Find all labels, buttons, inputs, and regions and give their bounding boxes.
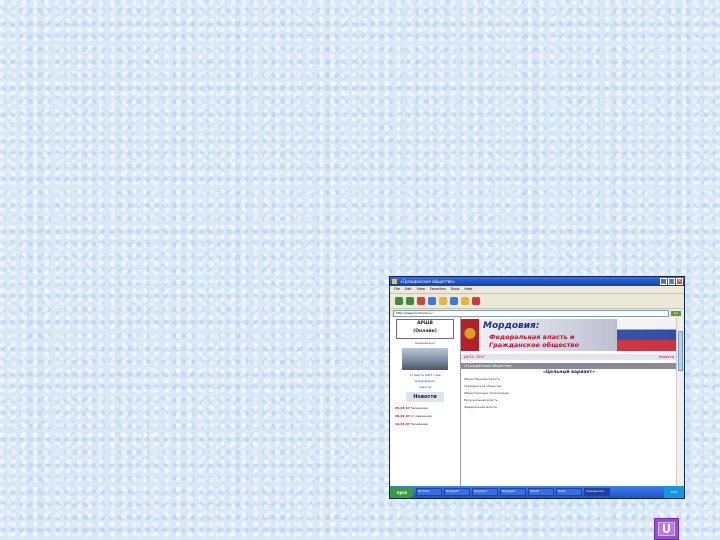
window-title: «Гражданское общество»	[400, 279, 456, 284]
menu-bar: File Edit View Favorites Tools Help	[390, 286, 684, 294]
u-return-icon	[663, 524, 670, 533]
browser-icon	[392, 279, 397, 284]
scroll-thumb[interactable]	[678, 331, 683, 371]
tray-clock: 9:55	[664, 486, 684, 498]
date-label: ДАТА: 2007	[464, 355, 485, 359]
site-banner: Мордовия: Федеральная власть и Гражданск…	[461, 319, 677, 351]
article-paragraph: Общественные организации	[464, 391, 510, 395]
article-paragraph: Гражданское общество	[464, 384, 502, 388]
window-titlebar: «Гражданское общество» _ □ ×	[390, 277, 684, 286]
taskbar: пуск Windows Интернет Документ Мордовия …	[390, 486, 684, 498]
taskbar-item[interactable]: Интернет	[444, 488, 470, 496]
taskbar-item[interactable]: Мордовия	[500, 488, 526, 496]
search-icon[interactable]	[450, 297, 458, 305]
news-item[interactable]: 25.03.07 Заседание	[395, 406, 455, 410]
news-item[interactable]: 20.03.07 О совещании	[395, 414, 455, 418]
browser-screenshot: «Гражданское общество» _ □ × File Edit V…	[389, 276, 685, 499]
left-link-2[interactable]: мордовия.ру	[390, 379, 460, 383]
left-photo	[402, 348, 448, 370]
menu-view[interactable]: View	[417, 286, 425, 293]
article-paragraph: Общественная палата	[464, 377, 500, 381]
forward-icon[interactable]	[406, 297, 414, 305]
menu-edit[interactable]: Edit	[405, 286, 412, 293]
news-text: Заседание	[410, 422, 428, 426]
favorites-icon[interactable]	[461, 297, 469, 305]
taskbar-item[interactable]: Power	[556, 488, 582, 496]
article-heading: «Цельный вариант»	[542, 370, 596, 375]
news-link[interactable]: Новости	[659, 354, 674, 360]
article-paragraph: Федеральная власть	[464, 405, 498, 409]
address-input[interactable]: http://www.mordovia.ru/	[393, 309, 669, 317]
close-icon[interactable]: ×	[676, 278, 683, 285]
menu-favorites[interactable]: Favorites	[430, 286, 446, 293]
left-link-1[interactable]: мордовия.ру	[390, 341, 460, 345]
banner-line1: Мордовия:	[483, 321, 540, 331]
maximize-icon[interactable]: □	[668, 278, 675, 285]
mail-icon[interactable]	[472, 297, 480, 305]
banner-line3: Гражданское общество	[489, 341, 579, 349]
back-icon[interactable]	[395, 297, 403, 305]
news-date: 19.03.07	[395, 422, 410, 426]
vertical-scrollbar[interactable]	[676, 317, 684, 486]
left-link-3[interactable]: новости	[390, 385, 460, 389]
taskbar-item[interactable]: Windows	[416, 488, 442, 496]
refresh-icon[interactable]	[428, 297, 436, 305]
page-content: АРШВ (Онлайн) мордовия.ру 17 марта 2007 …	[390, 317, 684, 486]
go-button[interactable]: Go	[671, 310, 681, 316]
news-logo[interactable]: Новости	[406, 392, 444, 402]
banner-line2: Федеральная власть и	[489, 333, 575, 341]
left-column: АРШВ (Онлайн) мордовия.ру 17 марта 2007 …	[390, 317, 461, 486]
site-logo[interactable]: АРШВ (Онлайн)	[396, 319, 454, 339]
photo-caption: 17 марта 2007 года	[409, 373, 441, 377]
taskbar-item[interactable]: Документ	[472, 488, 498, 496]
menu-file[interactable]: File	[394, 286, 400, 293]
taskbar-item[interactable]: Гражданское	[584, 488, 610, 496]
toolbar	[390, 294, 684, 309]
emblem-icon	[461, 319, 479, 351]
section-bar: «Гражданское общество»	[461, 363, 677, 369]
date-bar: ДАТА: 2007 Новости	[461, 354, 677, 360]
logo-line1: АРШВ	[417, 321, 433, 326]
window-controls: _ □ ×	[660, 278, 683, 285]
menu-help[interactable]: Help	[464, 286, 472, 293]
news-text: О совещании	[410, 414, 432, 418]
news-date: 20.03.07	[395, 414, 410, 418]
menu-tools[interactable]: Tools	[451, 286, 460, 293]
minimize-icon[interactable]: _	[660, 278, 667, 285]
return-button[interactable]	[654, 518, 679, 540]
stop-icon[interactable]	[417, 297, 425, 305]
home-icon[interactable]	[439, 297, 447, 305]
start-button[interactable]: пуск	[390, 486, 414, 498]
taskbar-item[interactable]: Проект	[528, 488, 554, 496]
flag-image	[617, 319, 677, 351]
logo-line2: (Онлайн)	[413, 329, 437, 334]
news-item[interactable]: 19.03.07 Заседание	[395, 422, 455, 426]
main-column: Мордовия: Федеральная власть и Гражданск…	[461, 317, 677, 486]
news-text: Заседание	[410, 406, 428, 410]
article-paragraph: Региональная власть	[464, 398, 498, 402]
banner-text: Мордовия: Федеральная власть и Гражданск…	[479, 319, 677, 351]
news-date: 25.03.07	[395, 406, 410, 410]
